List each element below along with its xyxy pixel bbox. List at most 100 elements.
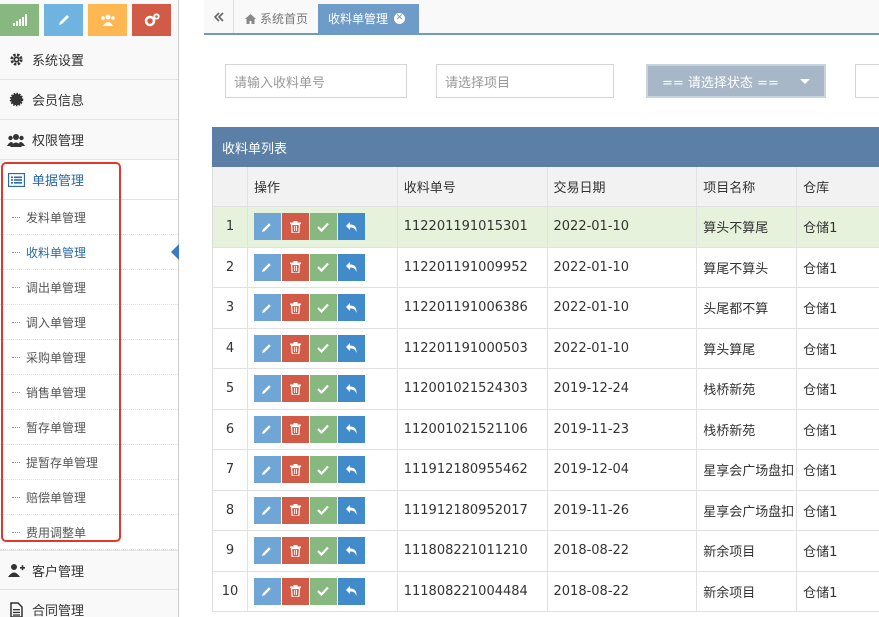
table-row[interactable]: 3 112201191006386 2022-01-10 头尾都不算 仓储1	[213, 288, 879, 329]
extra-search-input[interactable]	[855, 64, 879, 98]
table-row[interactable]: 8 111912180952017 2019-11-26 星享会广场盘扣 仓储1	[213, 490, 879, 531]
gear-icon	[6, 52, 26, 68]
approve-button[interactable]	[309, 577, 337, 605]
approve-button[interactable]	[309, 253, 337, 281]
edit-button[interactable]	[253, 213, 281, 241]
sub-item-label: 费用调整单	[26, 525, 87, 540]
revert-button[interactable]	[337, 496, 365, 524]
delete-button[interactable]	[281, 415, 309, 443]
approve-button[interactable]	[309, 537, 337, 565]
header-date[interactable]: 交易日期	[548, 167, 698, 206]
tab-home[interactable]: 系统首页	[235, 4, 318, 33]
header-warehouse[interactable]: 仓库	[797, 167, 879, 206]
revert-button[interactable]	[337, 456, 365, 484]
edit-button[interactable]	[253, 415, 281, 443]
edit-button[interactable]	[253, 253, 281, 281]
revert-button[interactable]	[337, 253, 365, 281]
sidebar: 系统设置 会员信息 权限管理 单据管理 发料单管理 收料单管理 调出单管理 调入…	[0, 0, 179, 617]
revert-button[interactable]	[337, 375, 365, 403]
delete-button[interactable]	[281, 213, 309, 241]
table-row[interactable]: 4 112201191000503 2022-01-10 算头算尾 仓储1	[213, 328, 879, 369]
header-index	[213, 167, 248, 206]
nav-item-permissions[interactable]: 权限管理	[0, 120, 178, 160]
nav-item-member-info[interactable]: 会员信息	[0, 80, 178, 120]
approve-button[interactable]	[309, 334, 337, 362]
edit-button[interactable]	[253, 334, 281, 362]
edit-button[interactable]	[253, 294, 281, 322]
row-date: 2019-11-23	[548, 409, 698, 449]
sidebar-item-sales-orders[interactable]: 销售单管理	[0, 375, 178, 410]
project-select-input[interactable]: 请选择项目	[436, 64, 614, 98]
nav-item-contracts[interactable]: 合同管理	[0, 590, 178, 617]
edit-button[interactable]	[253, 496, 281, 524]
nav-item-label: 单据管理	[32, 174, 85, 189]
table-row[interactable]: 9 111808221011210 2018-08-22 新余项目 仓储1	[213, 531, 879, 572]
check-icon	[317, 465, 330, 475]
nav-item-label: 客户管理	[32, 564, 85, 580]
approve-button[interactable]	[309, 375, 337, 403]
delete-button[interactable]	[281, 577, 309, 605]
delete-button[interactable]	[281, 253, 309, 281]
pencil-icon	[261, 504, 273, 516]
approve-button[interactable]	[309, 294, 337, 322]
header-order-no[interactable]: 收料单号	[398, 167, 548, 206]
revert-button[interactable]	[337, 415, 365, 443]
table-row[interactable]: 5 112001021524303 2019-12-24 栈桥新苑 仓储1	[213, 369, 879, 410]
sidebar-item-fee-adjustment[interactable]: 费用调整单	[0, 515, 178, 550]
approve-button[interactable]	[309, 496, 337, 524]
approve-button[interactable]	[309, 213, 337, 241]
double-chevron-left-icon[interactable]	[204, 0, 234, 33]
revert-button[interactable]	[337, 537, 365, 565]
cogs-icon[interactable]	[132, 4, 171, 36]
nav-item-label: 系统设置	[32, 54, 85, 69]
approve-button[interactable]	[309, 415, 337, 443]
delete-button[interactable]	[281, 456, 309, 484]
pencil-icon[interactable]	[44, 4, 83, 36]
order-no-search-input[interactable]: 请输入收料单号	[225, 64, 407, 98]
table-row[interactable]: 1 112201191015301 2022-01-10 算头不算尾 仓储1	[213, 207, 879, 248]
header-project[interactable]: 项目名称	[697, 167, 798, 206]
revert-button[interactable]	[337, 294, 365, 322]
delete-button[interactable]	[281, 334, 309, 362]
delete-button[interactable]	[281, 375, 309, 403]
sidebar-item-compensation-orders[interactable]: 赔偿单管理	[0, 480, 178, 515]
delete-button[interactable]	[281, 294, 309, 322]
revert-button[interactable]	[337, 213, 365, 241]
revert-button[interactable]	[337, 577, 365, 605]
row-date: 2018-08-22	[548, 531, 698, 571]
approve-button[interactable]	[309, 456, 337, 484]
close-icon[interactable]: ✕	[394, 13, 406, 24]
row-order-no: 111912180955462	[398, 450, 548, 490]
users-icon[interactable]	[88, 4, 127, 36]
delete-button[interactable]	[281, 537, 309, 565]
table-row[interactable]: 6 112001021521106 2019-11-23 栈桥新苑 仓储1	[213, 409, 879, 450]
edit-button[interactable]	[253, 577, 281, 605]
row-warehouse: 仓储1	[803, 423, 838, 439]
row-project: 算头不算尾	[697, 207, 798, 247]
sidebar-item-deposit-withdraw-orders[interactable]: 提暂存单管理	[0, 445, 178, 480]
edit-button[interactable]	[253, 375, 281, 403]
nav-item-customers[interactable]: 客户管理	[0, 550, 178, 590]
trash-icon	[289, 544, 301, 557]
sidebar-item-issue-orders[interactable]: 发料单管理	[0, 200, 178, 235]
nav-item-system-settings[interactable]: 系统设置	[0, 40, 178, 80]
sidebar-item-transfer-in-orders[interactable]: 调入单管理	[0, 305, 178, 340]
delete-button[interactable]	[281, 496, 309, 524]
edit-button[interactable]	[253, 456, 281, 484]
check-icon	[317, 586, 330, 597]
revert-button[interactable]	[337, 334, 365, 362]
sidebar-item-purchase-orders[interactable]: 采购单管理	[0, 340, 178, 375]
sidebar-item-receipt-orders[interactable]: 收料单管理	[0, 235, 179, 270]
table-row[interactable]: 7 111912180955462 2019-12-04 星享会广场盘扣 仓储1	[213, 450, 879, 491]
nav-item-documents[interactable]: 单据管理	[0, 160, 178, 200]
status-select[interactable]: == 请选择状态 ==	[646, 64, 826, 98]
edit-button[interactable]	[253, 537, 281, 565]
table-row[interactable]: 2 112201191009952 2022-01-10 算尾不算头 仓储1	[213, 247, 879, 288]
row-date: 2019-12-24	[548, 369, 698, 409]
sidebar-item-deposit-orders[interactable]: 暂存单管理	[0, 410, 178, 445]
sidebar-item-transfer-out-orders[interactable]: 调出单管理	[0, 270, 178, 305]
table-row[interactable]: 10 111808221004484 2018-08-22 新余项目 仓储1	[213, 571, 879, 612]
nav-item-label: 权限管理	[32, 134, 85, 149]
signal-icon[interactable]	[0, 4, 39, 36]
tab-receipt-orders[interactable]: 收料单管理 ✕	[318, 4, 419, 33]
